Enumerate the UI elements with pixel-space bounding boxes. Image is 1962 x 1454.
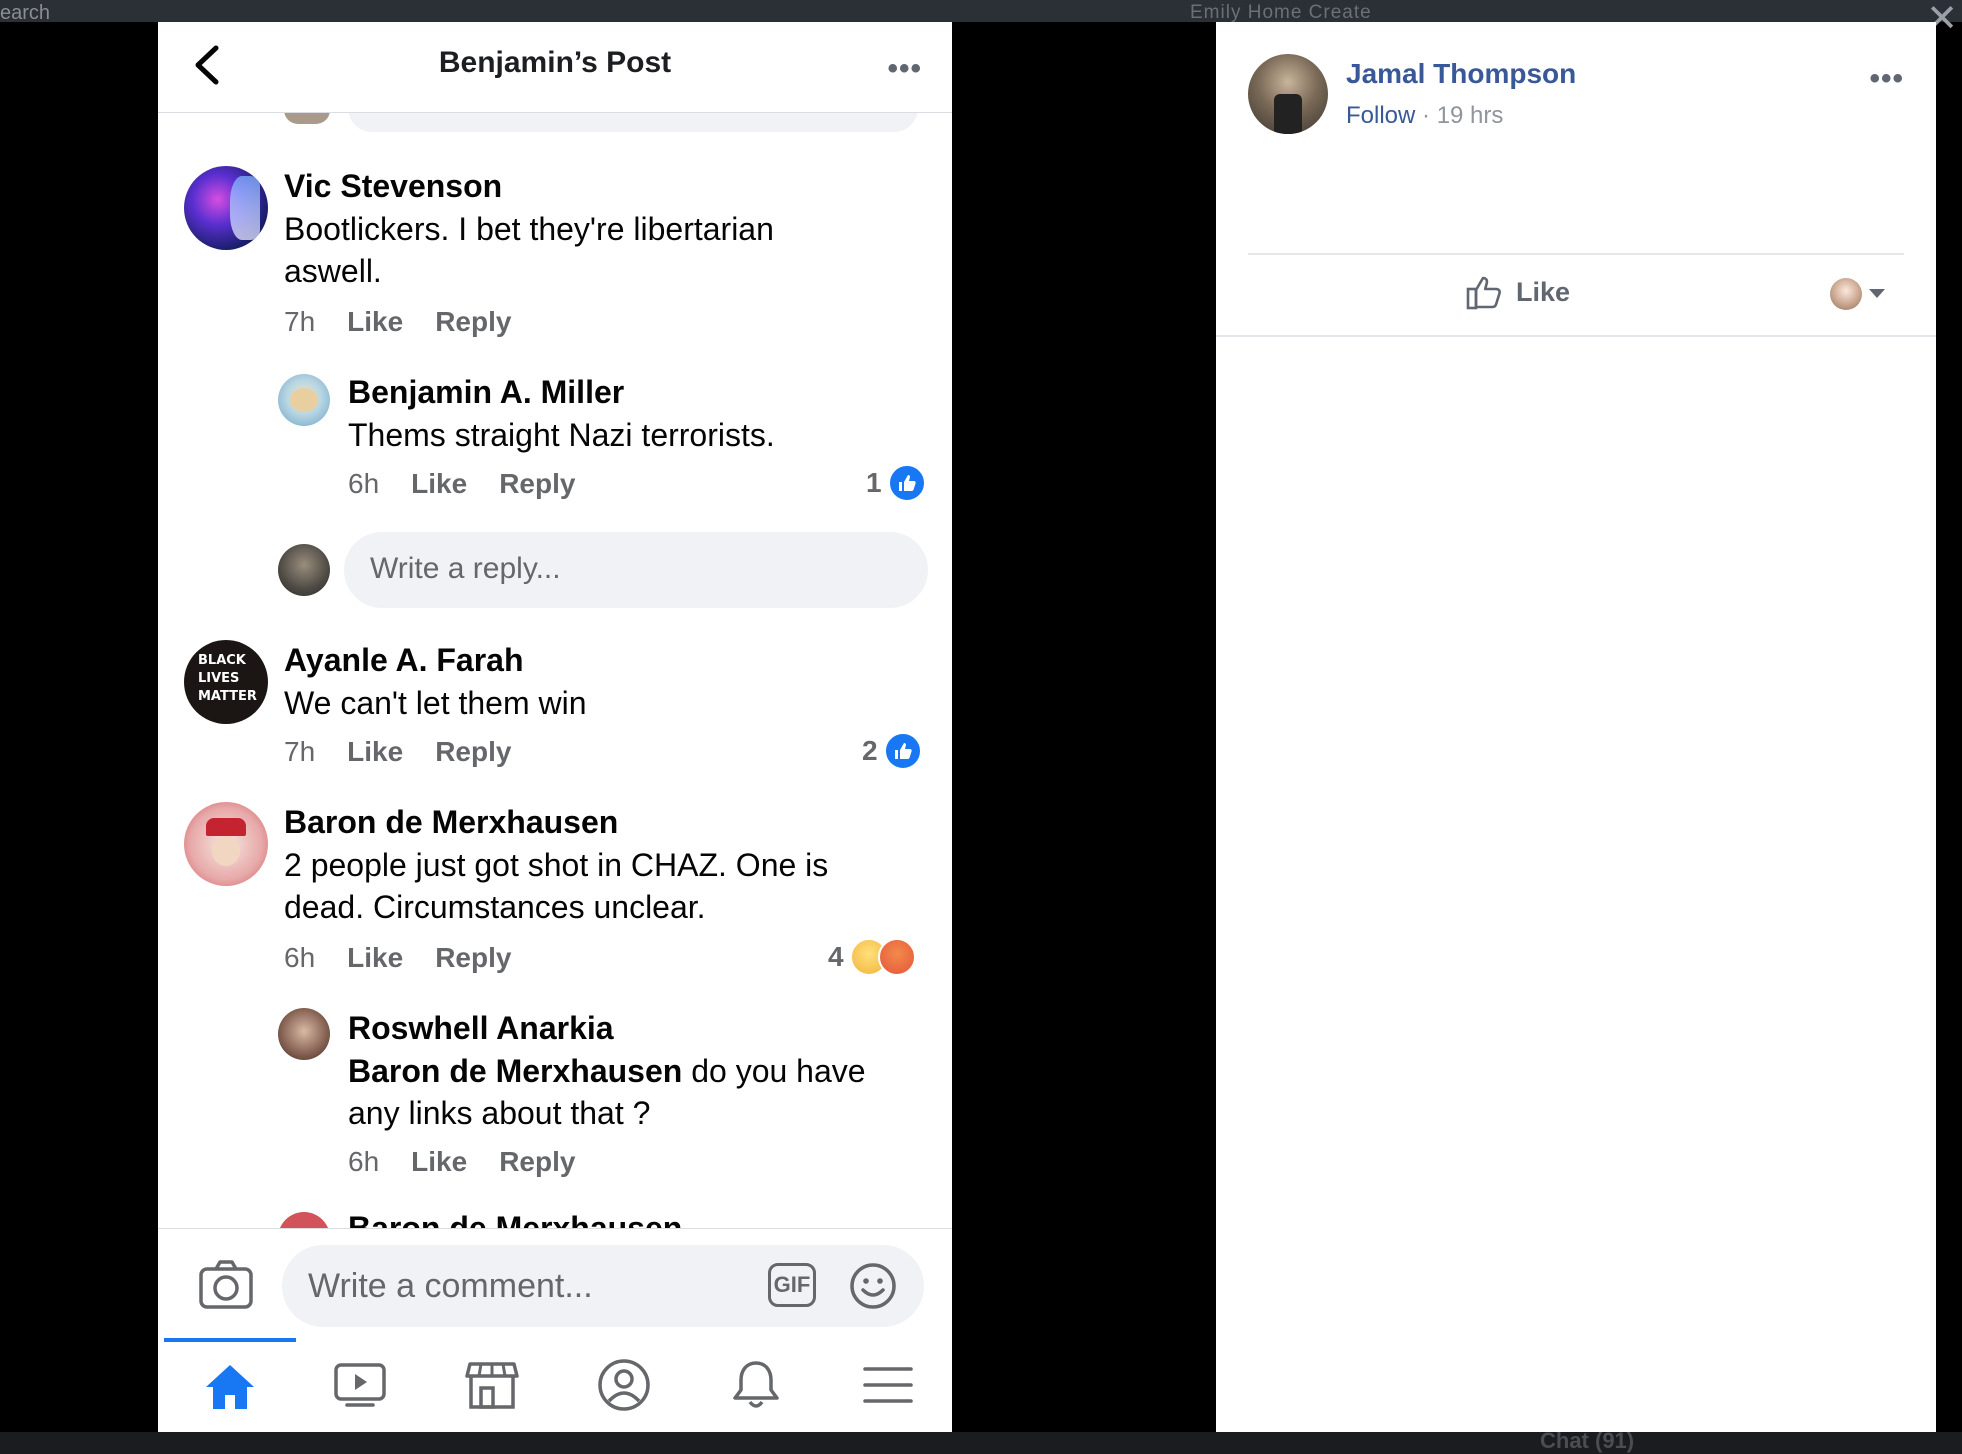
background-bottombar: Chat (91) [0,1428,1962,1454]
reply-input-field: Write a reply... [344,532,928,608]
comment-meta: 6h Like Reply [284,942,543,974]
reaction-summary: 4 [828,938,916,976]
post-subtitle: Follow · 19 hrs [1346,102,1503,130]
like-label: Like [1516,276,1571,307]
tab-home [164,1338,296,1432]
author-name-link[interactable]: Jamal Thompson [1346,58,1576,90]
reply-placeholder: Write a reply... [370,552,561,585]
reply-link: Reply [499,1146,576,1177]
reply-link: Reply [435,942,512,973]
comment-meta: 6h Like Reply [348,1146,607,1178]
reply-link: Reply [435,306,512,337]
post-info-panel: Jamal Thompson Follow · 19 hrs ••• Like [1216,22,1936,1432]
page-title: Benjamin’s Post [438,46,672,79]
bell-icon [733,1361,779,1408]
like-link: Like [411,468,468,499]
avatar [278,1008,330,1060]
post-time[interactable]: 19 hrs [1437,102,1504,129]
comment-composer: Write a comment... GIF [158,1228,952,1339]
like-link: Like [411,1146,468,1177]
comment-author: Roswhell Anarkia [348,1010,614,1046]
like-link: Like [347,942,404,973]
like-reaction-icon [883,732,922,770]
chevron-down-icon [1869,289,1885,298]
comment-time: 6h [348,468,380,499]
background-topbar: earch Emily Home Create [0,0,1962,24]
more-options-icon: ••• [887,52,922,85]
reply-link: Reply [499,468,576,499]
like-link: Like [347,736,404,767]
separator: · [1415,102,1437,129]
avatar [184,166,268,250]
marketplace-icon [465,1362,519,1409]
tab-watch [294,1338,426,1432]
divider [1248,253,1904,255]
comment-text: Thems straight Nazi terrorists. [348,417,775,453]
reaction-summary: 2 [862,732,922,770]
comment-input-field: Write a comment... GIF [282,1245,924,1327]
camera-icon [199,1260,253,1309]
comment-time: 7h [284,736,316,767]
reaction-count: 1 [866,467,882,498]
bottom-tab-bar [158,1338,952,1432]
more-options-button[interactable]: ••• [1869,62,1904,96]
comment-placeholder: Write a comment... [308,1267,593,1305]
tab-notifications [690,1338,822,1432]
comment-author: Ayanle A. Farah [284,642,524,678]
comment-author: Benjamin A. Miller [348,374,625,410]
reaction-summary: 1 [866,464,926,502]
author-avatar[interactable] [1248,54,1328,134]
comment-author: Baron de Merxhausen [284,804,619,840]
post-as-selector[interactable] [1830,278,1886,310]
comment-text: Bootlickers. I bet they're libertarian a… [284,211,774,289]
profile-icon [598,1359,650,1411]
comment-time: 6h [284,942,316,973]
avatar [184,802,268,886]
like-reaction-icon [887,464,926,502]
comment-meta: 7h Like Reply [284,736,543,768]
comment-text: Baron de Merxhausen do you have any link… [348,1050,908,1134]
like-button[interactable]: Like [1466,274,1570,310]
reply-link: Reply [435,736,512,767]
follow-link[interactable]: Follow [1346,102,1415,129]
avatar [278,544,330,596]
tab-menu [822,1338,952,1432]
thumbs-up-icon [1466,276,1501,310]
comment-meta: 6h Like Reply [348,468,607,500]
reaction-count: 2 [862,735,878,766]
comment-meta: 7h Like Reply [284,306,543,338]
post-screenshot-image: Benjamin’s Post ••• Vic Stevenson Bootli… [158,22,952,1432]
comment-text: 2 people just got shot in CHAZ. One is d… [284,847,829,925]
background-nav-fragment: Emily Home Create [1190,2,1372,23]
divider [1216,335,1936,337]
angry-reaction-icon [877,938,916,976]
comment-text: We can't let them win [284,685,587,721]
home-icon [206,1365,254,1409]
avatar [278,374,330,426]
mention-link: Baron de Merxhausen [348,1053,683,1089]
avatar: BLACK LIVES MATTER [184,640,268,724]
avatar-text: BLACK LIVES MATTER [198,653,257,704]
like-link: Like [347,306,404,337]
video-icon [334,1363,386,1407]
reaction-count: 4 [828,941,844,972]
comment-author: Vic Stevenson [284,168,503,204]
background-search-fragment: earch [0,2,51,24]
viewer-avatar [1830,278,1862,310]
comment-time: 7h [284,306,316,337]
emoji-icon [850,1263,896,1309]
post-header: Benjamin’s Post ••• [158,22,952,113]
gif-icon: GIF [768,1263,816,1307]
tab-marketplace [426,1338,558,1432]
tab-profile [558,1338,690,1432]
comment-time: 6h [348,1146,380,1177]
comment-author: Baron de Merxhausen [348,1210,683,1228]
menu-icon [863,1367,913,1403]
